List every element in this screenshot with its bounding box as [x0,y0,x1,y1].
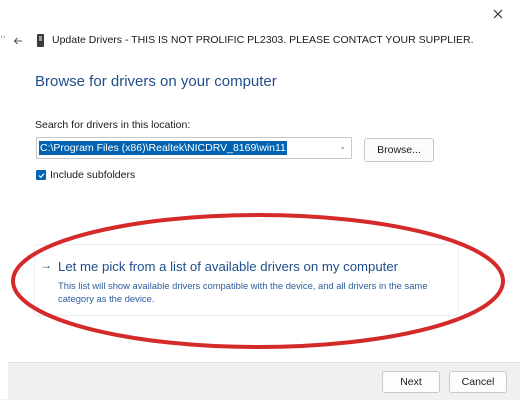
update-drivers-dialog: Update Drivers - THIS IS NOT PROLIFIC PL… [8,0,520,400]
window-title: Update Drivers - THIS IS NOT PROLIFIC PL… [52,34,474,46]
include-subfolders-checkbox[interactable] [36,170,46,180]
right-arrow-icon: → [40,258,52,272]
include-subfolders-label: Include subfolders [50,169,136,181]
search-location-label: Search for drivers in this location: [35,119,191,131]
browse-button[interactable]: Browse... [364,138,434,162]
driver-path-value[interactable]: C:\Program Files (x86)\Realtek\NICDRV_81… [39,141,287,155]
pick-from-list-title[interactable]: Let me pick from a list of available dri… [58,259,398,274]
pick-from-list-option[interactable]: → Let me pick from a list of available d… [34,244,459,316]
next-button[interactable]: Next [382,371,440,393]
chevron-down-icon[interactable]: ⌄ [339,142,346,151]
title-row: Update Drivers - THIS IS NOT PROLIFIC PL… [8,32,520,50]
dialog-footer: Next Cancel [8,362,520,400]
back-button[interactable] [10,33,26,49]
driver-path-combobox[interactable]: C:\Program Files (x86)\Realtek\NICDRV_81… [36,137,352,159]
back-arrow-icon [13,37,22,45]
page-heading: Browse for drivers on your computer [35,73,277,90]
close-icon [493,9,503,19]
background-window-dots: ⋅⋅ [0,32,6,42]
cancel-button[interactable]: Cancel [449,371,507,393]
close-button[interactable] [488,4,508,24]
include-subfolders-row[interactable]: Include subfolders [36,168,135,182]
checkmark-icon [38,172,44,178]
pick-from-list-description: This list will show available drivers co… [58,280,428,304]
usb-device-icon [37,34,44,47]
